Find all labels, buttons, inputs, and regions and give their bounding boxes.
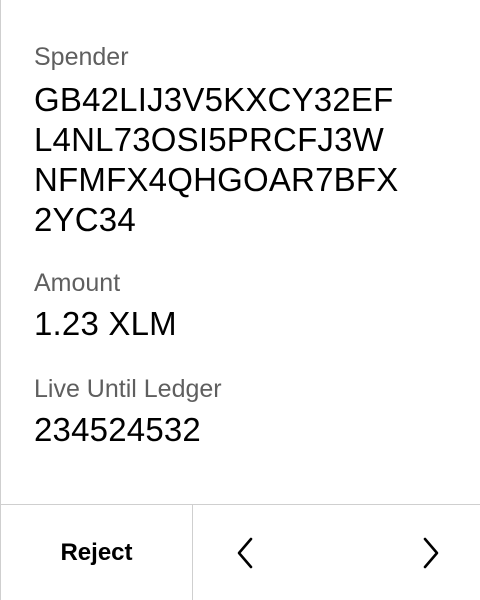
approval-screen: Spender GB42LIJ3V5KXCY32EF L4NL73OSI5PRC… [0, 0, 480, 600]
chevron-right-icon [420, 536, 442, 570]
chevron-left-icon [234, 536, 256, 570]
amount-value: 1.23 XLM [34, 305, 177, 342]
spender-address-line: L4NL73OSI5PRCFJ3W [34, 121, 385, 158]
spender-address-line: 2YC34 [34, 201, 136, 238]
reject-button[interactable]: Reject [1, 505, 193, 600]
spender-value: GB42LIJ3V5KXCY32EF L4NL73OSI5PRCFJ3W NFM… [34, 80, 464, 240]
next-button[interactable] [391, 505, 471, 600]
live-until-ledger-value: 234524532 [34, 411, 201, 448]
amount-field: Amount 1.23 XLM [34, 266, 464, 344]
spender-address-line: GB42LIJ3V5KXCY32EF [34, 81, 394, 118]
live-until-ledger-field: Live Until Ledger 234524532 [34, 372, 464, 450]
previous-button[interactable] [205, 505, 285, 600]
spender-address-line: NFMFX4QHGOAR7BFX [34, 161, 399, 198]
action-footer: Reject [1, 504, 480, 600]
spender-label: Spender [34, 43, 129, 71]
amount-label: Amount [34, 269, 121, 297]
transaction-details: Spender GB42LIJ3V5KXCY32EF L4NL73OSI5PRC… [34, 40, 464, 450]
live-until-ledger-label: Live Until Ledger [34, 375, 222, 403]
spender-field: Spender GB42LIJ3V5KXCY32EF L4NL73OSI5PRC… [34, 40, 464, 240]
